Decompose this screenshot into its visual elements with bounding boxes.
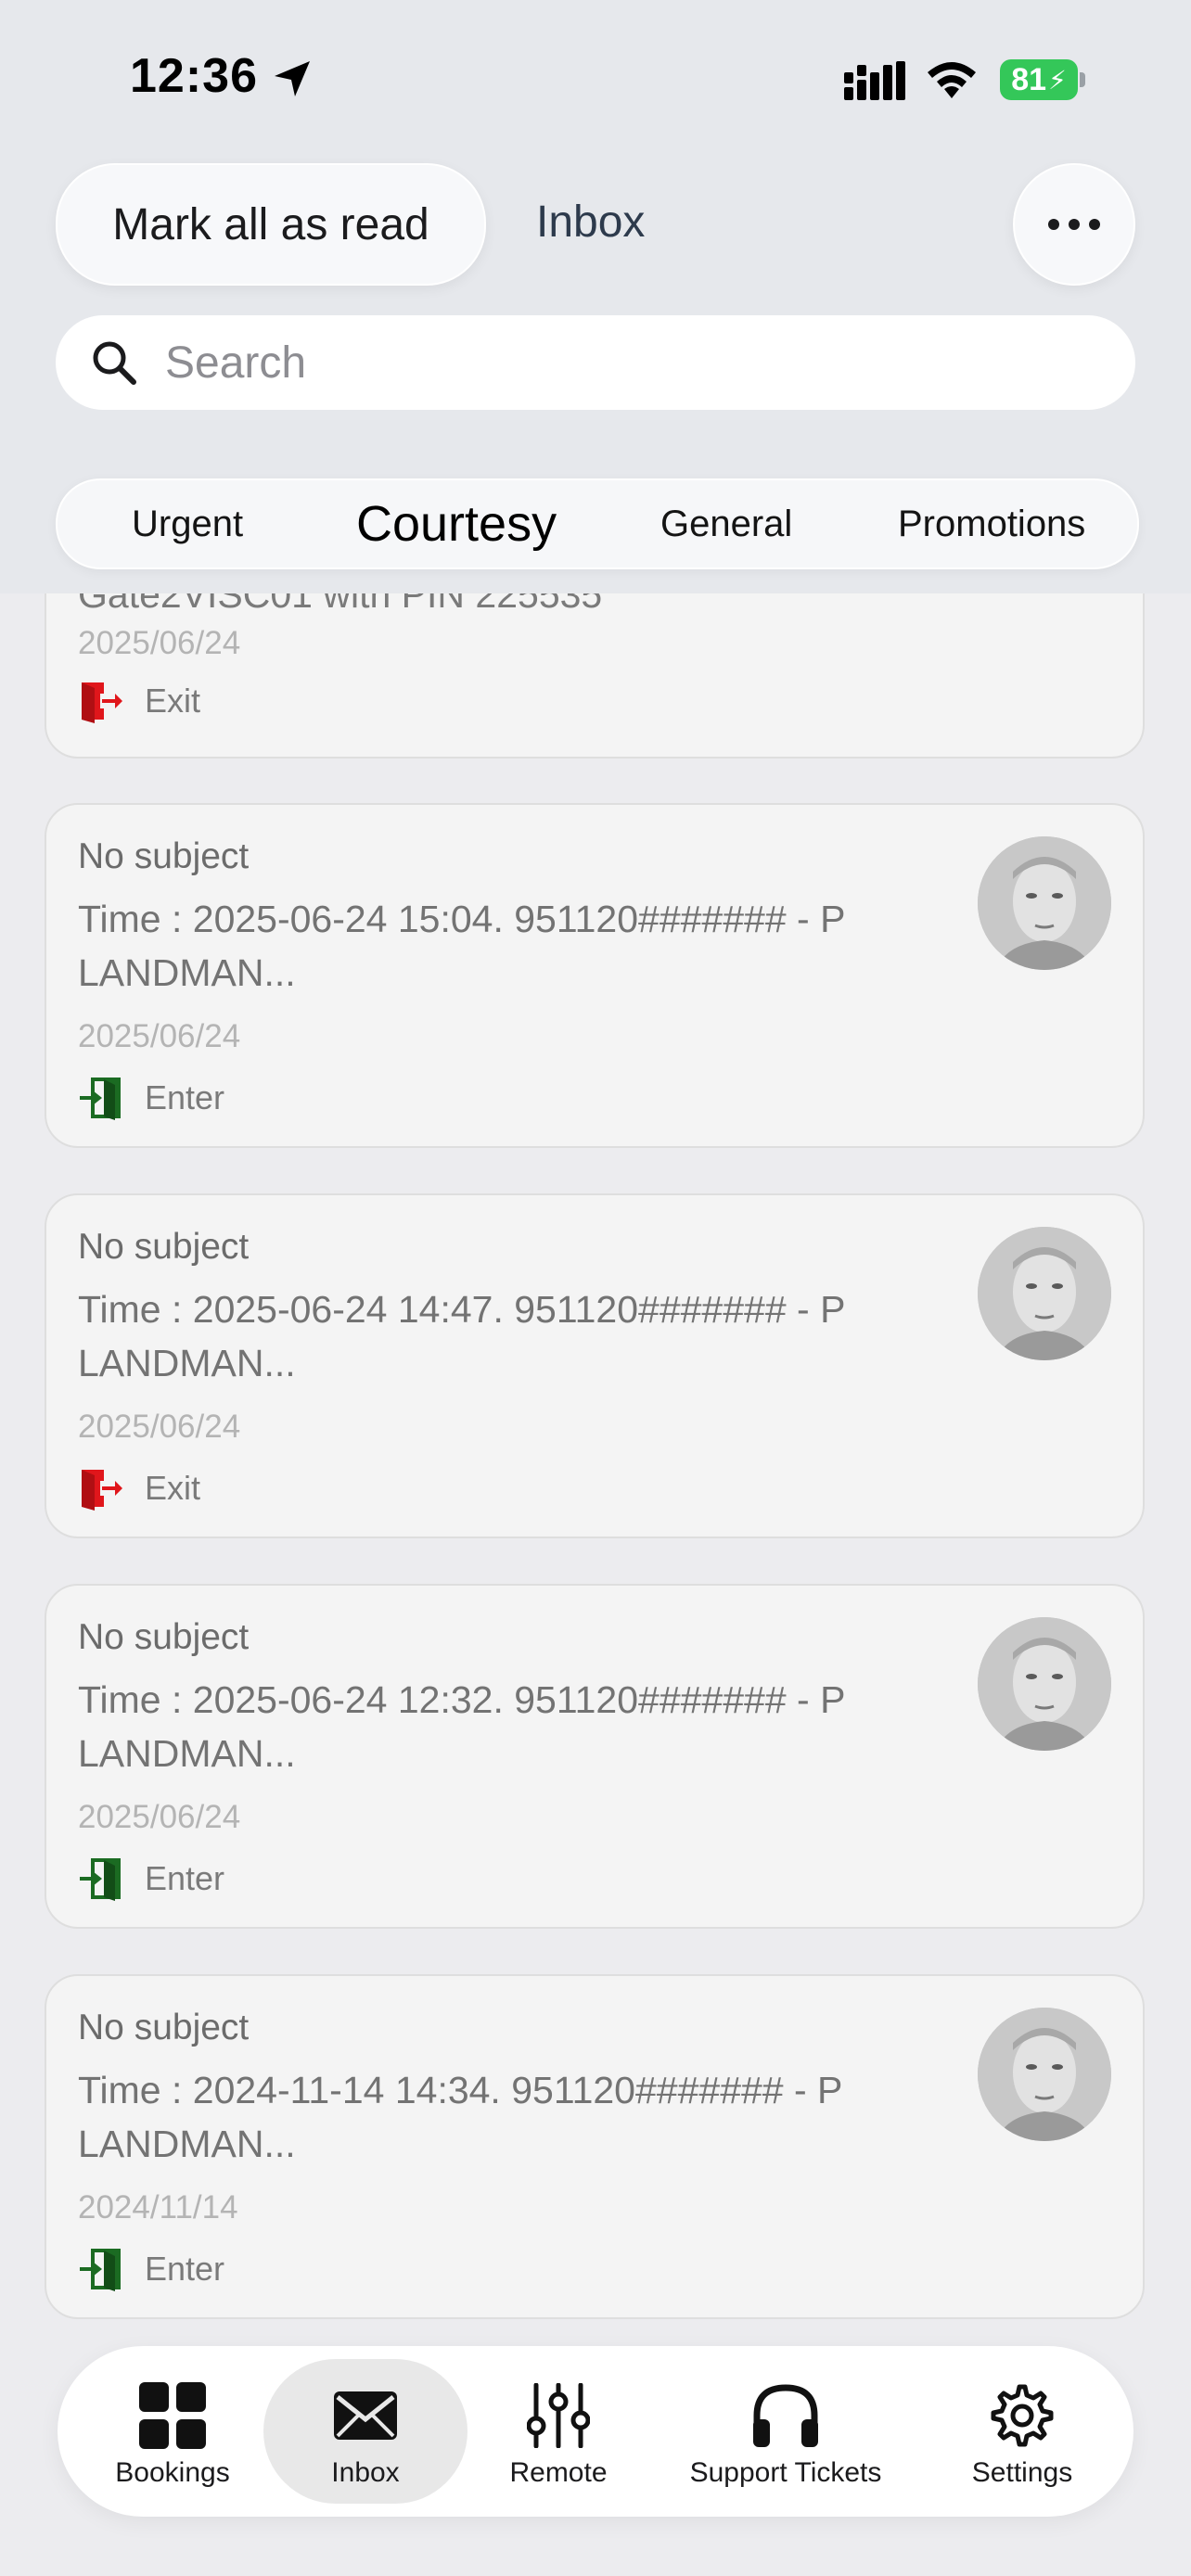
message-preview: Time : 2025-06-24 12:32. 951120####### -… — [78, 1678, 845, 1775]
enter-door-icon — [80, 1858, 121, 1901]
message-subject: No subject — [78, 1227, 250, 1267]
message-preview: Time : 2025-06-24 14:47. 951120####### -… — [78, 1288, 845, 1384]
charging-bolt-icon: ⚡ — [1048, 65, 1067, 95]
message-action-label: Enter — [145, 2250, 225, 2288]
nav-item-remote[interactable]: Remote — [484, 2346, 633, 2517]
nav-label: Remote — [509, 2457, 608, 2488]
enter-door-icon — [80, 1078, 121, 1120]
message-subject: No subject — [78, 2008, 250, 2047]
message-action: Enter — [78, 1076, 224, 1120]
exit-door-icon — [82, 682, 122, 723]
avatar — [978, 836, 1111, 970]
location-arrow-icon — [275, 61, 310, 96]
message-subject: No subject — [78, 836, 250, 876]
tab-courtesy[interactable]: Courtesy — [356, 480, 557, 567]
message-card[interactable]: No subject Time : 2025-06-24 14:47. 9511… — [45, 1193, 1145, 1538]
message-subject: No subject — [78, 1617, 250, 1657]
status-time: 12:36 — [130, 49, 258, 103]
battery-level: 81 — [1011, 61, 1047, 97]
cellular-signal-icon — [844, 61, 905, 100]
nav-label: Support Tickets — [689, 2457, 882, 2488]
message-action-label: Enter — [145, 1859, 225, 1897]
page-title: Inbox — [536, 198, 646, 247]
message-action: Enter — [78, 2247, 224, 2291]
message-card[interactable]: No subject Time : 2025-06-24 12:32. 9511… — [45, 1584, 1145, 1929]
search-icon — [93, 341, 136, 385]
gear-icon — [991, 2384, 1054, 2447]
message-date: 2024/11/14 — [78, 2189, 238, 2225]
message-action: Enter — [78, 1856, 224, 1901]
message-card[interactable]: No subject Time : 2025-06-24 15:04. 9511… — [45, 803, 1145, 1148]
inbox-header: 12:36 81 ⚡ Mark all as read Inbox Search… — [0, 0, 1191, 593]
headphones-icon — [753, 2384, 818, 2447]
message-date: 2025/06/24 — [78, 625, 241, 661]
nav-label: Inbox — [331, 2457, 400, 2488]
wifi-icon — [928, 62, 976, 98]
tab-general[interactable]: General — [660, 480, 792, 567]
nav-item-support-tickets[interactable]: Support Tickets — [660, 2346, 911, 2517]
nav-item-settings[interactable]: Settings — [948, 2346, 1096, 2517]
exit-door-icon — [82, 1470, 122, 1511]
battery-cap — [1080, 72, 1085, 87]
message-date: 2025/06/24 — [78, 1018, 241, 1054]
message-action-label: Exit — [145, 1469, 201, 1507]
nav-label: Bookings — [115, 2457, 230, 2488]
category-tabs: Urgent Courtesy General Promotions — [56, 478, 1139, 569]
avatar — [978, 1227, 1111, 1360]
tab-promotions[interactable]: Promotions — [898, 480, 1085, 567]
more-options-button[interactable] — [1013, 163, 1135, 286]
sliders-icon — [527, 2383, 590, 2448]
search-input[interactable] — [163, 336, 1095, 389]
enter-door-icon — [80, 2249, 121, 2291]
bottom-navigation: Bookings Inbox Remote Support Tickets Se… — [58, 2346, 1133, 2517]
message-date: 2025/06/24 — [78, 1409, 241, 1445]
mark-all-read-button[interactable]: Mark all as read — [56, 163, 486, 286]
message-date: 2025/06/24 — [78, 1799, 241, 1835]
avatar — [978, 2008, 1111, 2141]
tab-urgent[interactable]: Urgent — [132, 480, 243, 567]
avatar — [978, 1617, 1111, 1751]
message-preview: Time : 2025-06-24 15:04. 951120####### -… — [78, 898, 845, 994]
message-action-label: Exit — [145, 682, 201, 720]
battery-indicator: 81 ⚡ — [1000, 59, 1078, 100]
nav-item-inbox[interactable]: Inbox — [282, 2346, 449, 2517]
message-preview: Time : 2024-11-14 14:34. 951120####### -… — [78, 2069, 842, 2165]
envelope-icon — [334, 2391, 397, 2440]
nav-item-bookings[interactable]: Bookings — [96, 2346, 249, 2517]
nav-label: Settings — [971, 2457, 1073, 2488]
message-action: Exit — [78, 679, 200, 723]
message-action: Exit — [78, 1466, 200, 1511]
message-action-label: Enter — [145, 1078, 225, 1116]
search-bar[interactable] — [56, 315, 1135, 410]
ellipsis-icon — [1048, 219, 1100, 230]
message-card[interactable]: No subject Time : 2024-11-14 14:34. 9511… — [45, 1974, 1145, 2319]
grid-icon — [139, 2382, 206, 2449]
